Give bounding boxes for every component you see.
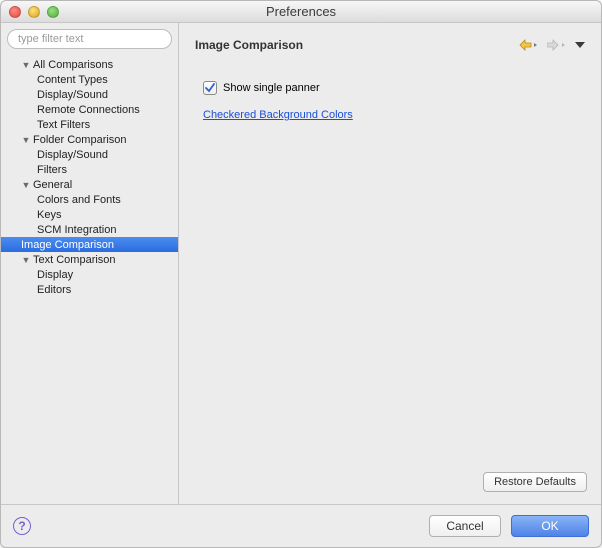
tree-item-fc-display-sound[interactable]: Display/Sound bbox=[1, 147, 178, 162]
show-single-panner-checkbox[interactable] bbox=[203, 81, 217, 95]
tree-item-fc-filters[interactable]: Filters bbox=[1, 162, 178, 177]
preferences-window: Preferences ▼ All Comparisons Content Ty… bbox=[0, 0, 602, 548]
tree-label: Display/Sound bbox=[37, 89, 108, 101]
tree-item-general[interactable]: ▼ General bbox=[1, 177, 178, 192]
preferences-tree: ▼ All Comparisons Content Types Display/… bbox=[1, 55, 178, 504]
tree-label: Filters bbox=[37, 164, 67, 176]
minimize-icon[interactable] bbox=[28, 6, 40, 18]
footer: ? Cancel OK bbox=[1, 505, 601, 547]
tree-item-folder-comparison[interactable]: ▼ Folder Comparison bbox=[1, 132, 178, 147]
restore-row: Restore Defaults bbox=[195, 472, 589, 494]
tree-item-tc-display[interactable]: Display bbox=[1, 267, 178, 282]
tree-label: Remote Connections bbox=[37, 104, 140, 116]
tree-label: General bbox=[33, 179, 72, 191]
tree-item-display-sound[interactable]: Display/Sound bbox=[1, 87, 178, 102]
tree-label: Colors and Fonts bbox=[37, 194, 121, 206]
tree-label: Editors bbox=[37, 284, 71, 296]
tree-label: Display bbox=[37, 269, 73, 281]
tree-label: Text Filters bbox=[37, 119, 90, 131]
traffic-lights bbox=[1, 6, 59, 18]
tree-label: Display/Sound bbox=[37, 149, 108, 161]
restore-defaults-button[interactable]: Restore Defaults bbox=[483, 472, 587, 492]
filter-input[interactable] bbox=[7, 29, 172, 49]
content-pane: Image Comparison bbox=[179, 23, 601, 504]
menu-chevron-icon[interactable] bbox=[575, 41, 585, 49]
pane-header: Image Comparison bbox=[195, 33, 589, 57]
cancel-button[interactable]: Cancel bbox=[429, 515, 501, 537]
tree-item-remote-connections[interactable]: Remote Connections bbox=[1, 102, 178, 117]
tree-label: Text Comparison bbox=[33, 254, 116, 266]
filter-container bbox=[7, 29, 172, 49]
tree-item-keys[interactable]: Keys bbox=[1, 207, 178, 222]
main-split: ▼ All Comparisons Content Types Display/… bbox=[1, 23, 601, 505]
tree-item-all-comparisons[interactable]: ▼ All Comparisons bbox=[1, 57, 178, 72]
help-icon[interactable]: ? bbox=[13, 517, 31, 535]
tree-item-content-types[interactable]: Content Types bbox=[1, 72, 178, 87]
tree-item-scm-integration[interactable]: SCM Integration bbox=[1, 222, 178, 237]
tree-label: Content Types bbox=[37, 74, 108, 86]
ok-button[interactable]: OK bbox=[511, 515, 589, 537]
checkered-background-colors-link[interactable]: Checkered Background Colors bbox=[203, 109, 589, 121]
window-title: Preferences bbox=[1, 4, 601, 19]
disclosure-down-icon: ▼ bbox=[21, 255, 31, 265]
tree-label: Folder Comparison bbox=[33, 134, 127, 146]
tree-item-tc-editors[interactable]: Editors bbox=[1, 282, 178, 297]
page-title: Image Comparison bbox=[195, 38, 303, 52]
tree-item-image-comparison[interactable]: Image Comparison bbox=[1, 237, 178, 252]
disclosure-down-icon: ▼ bbox=[21, 60, 31, 70]
tree-item-colors-fonts[interactable]: Colors and Fonts bbox=[1, 192, 178, 207]
forward-icon[interactable] bbox=[547, 39, 565, 51]
nav-icons bbox=[519, 39, 589, 51]
tree-label: SCM Integration bbox=[37, 224, 116, 236]
show-single-panner-row: Show single panner bbox=[203, 81, 589, 95]
tree-item-text-comparison[interactable]: ▼ Text Comparison bbox=[1, 252, 178, 267]
back-icon[interactable] bbox=[519, 39, 537, 51]
show-single-panner-label: Show single panner bbox=[223, 82, 320, 94]
disclosure-down-icon: ▼ bbox=[21, 180, 31, 190]
close-icon[interactable] bbox=[9, 6, 21, 18]
window-body: ▼ All Comparisons Content Types Display/… bbox=[1, 23, 601, 547]
zoom-icon[interactable] bbox=[47, 6, 59, 18]
tree-label: Keys bbox=[37, 209, 61, 221]
disclosure-down-icon: ▼ bbox=[21, 135, 31, 145]
tree-label: Image Comparison bbox=[21, 239, 114, 251]
tree-label: All Comparisons bbox=[33, 59, 113, 71]
sidebar: ▼ All Comparisons Content Types Display/… bbox=[1, 23, 179, 504]
content-spacer bbox=[195, 121, 589, 472]
titlebar: Preferences bbox=[1, 1, 601, 23]
tree-item-text-filters[interactable]: Text Filters bbox=[1, 117, 178, 132]
